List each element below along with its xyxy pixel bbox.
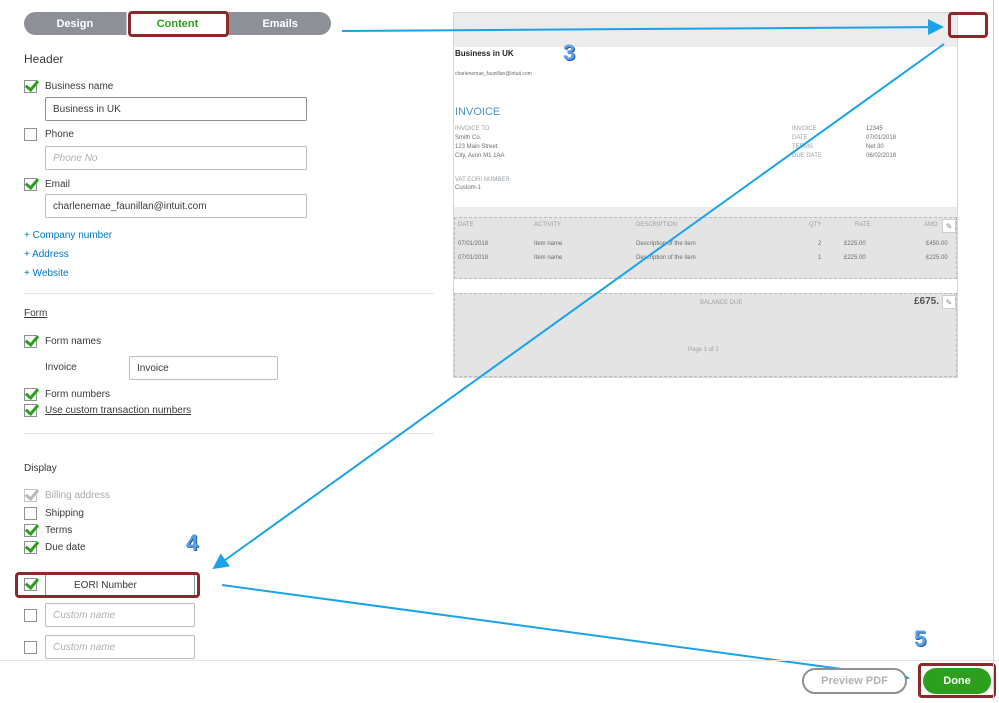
preview-pdf-button[interactable]: Preview PDF — [802, 668, 907, 694]
footer-divider — [0, 660, 999, 661]
done-highlight — [918, 663, 996, 698]
annotation-arrows — [212, 19, 945, 685]
scrollbar[interactable] — [993, 0, 994, 700]
